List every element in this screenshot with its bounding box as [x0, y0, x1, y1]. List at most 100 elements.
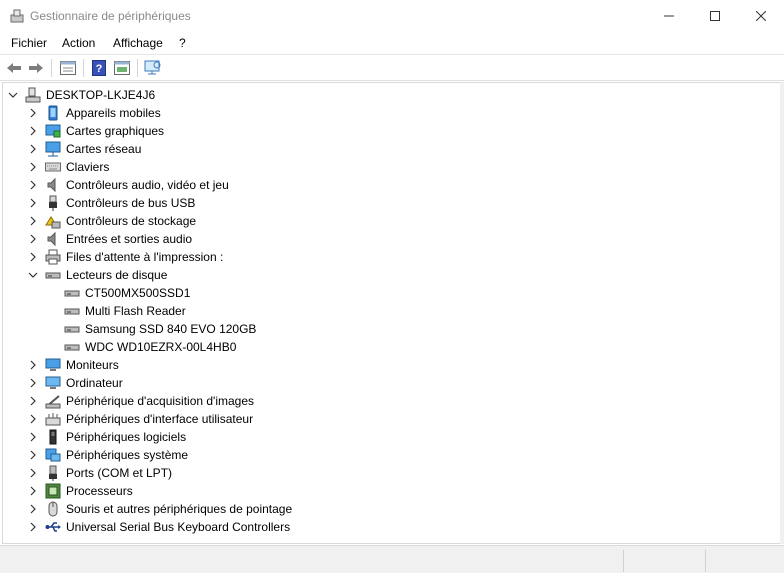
tree-root[interactable]: DESKTOP-LKJE4J6	[3, 86, 773, 104]
tree-item-label: Contrôleurs de stockage	[66, 214, 197, 228]
chevron-down-icon[interactable]	[8, 90, 18, 100]
forward-arrow-icon	[29, 63, 43, 73]
tree-item-label: Périphérique d'acquisition d'images	[66, 394, 255, 408]
tree-item-label: Périphériques d'interface utilisateur	[66, 412, 254, 426]
chevron-right-icon[interactable]	[28, 522, 38, 532]
chevron-right-icon[interactable]	[28, 486, 38, 496]
update-view-button[interactable]	[113, 59, 131, 77]
tree-item[interactable]: Processeurs	[3, 482, 773, 500]
minimize-button[interactable]	[646, 0, 692, 32]
disk-drive-icon	[45, 272, 61, 279]
tree-item[interactable]: Cartes graphiques	[3, 122, 773, 140]
mouse-icon	[48, 501, 58, 517]
chevron-right-icon[interactable]	[28, 216, 38, 226]
window-edge	[780, 82, 784, 544]
computer-icon	[45, 376, 61, 389]
chevron-right-icon[interactable]	[28, 378, 38, 388]
tree-child-label: WDC WD10EZRX-00L4HB0	[85, 340, 237, 354]
tree-child-item[interactable]: CT500MX500SSD1	[3, 284, 773, 302]
forward-button[interactable]	[27, 59, 45, 77]
tree-child-item[interactable]: Samsung SSD 840 EVO 120GB	[3, 320, 773, 338]
help-icon: ?	[92, 60, 106, 76]
close-button[interactable]	[738, 0, 784, 32]
tree-item[interactable]: Files d'attente à l'impression :	[3, 248, 773, 266]
maximize-button[interactable]	[692, 0, 738, 32]
tree-item[interactable]: Contrôleurs audio, vidéo et jeu	[3, 176, 773, 194]
speaker-icon	[47, 231, 56, 247]
tree-item-label: Ports (COM et LPT)	[66, 466, 173, 480]
chevron-right-icon[interactable]	[28, 198, 38, 208]
properties-button[interactable]	[59, 59, 77, 77]
printer-icon	[45, 249, 61, 265]
device-tree: DESKTOP-LKJE4J6 Appareils mobiles Cartes…	[2, 82, 780, 544]
maximize-icon	[710, 11, 720, 21]
tree-item[interactable]: Entrées et sorties audio	[3, 230, 773, 248]
software-device-icon	[49, 429, 57, 445]
tree-item[interactable]: Universal Serial Bus Keyboard Controller…	[3, 518, 773, 536]
tree-item[interactable]: Périphériques système	[3, 446, 773, 464]
disk-drive-icon	[64, 290, 80, 297]
hid-icon	[45, 413, 61, 426]
tree-item-label: Périphériques logiciels	[66, 430, 187, 444]
tree-child-item[interactable]: Multi Flash Reader	[3, 302, 773, 320]
tree-item[interactable]: Ordinateur	[3, 374, 773, 392]
tree-child-item[interactable]: WDC WD10EZRX-00L4HB0	[3, 338, 773, 356]
chevron-down-icon[interactable]	[28, 270, 38, 280]
tree-item[interactable]: Appareils mobiles	[3, 104, 773, 122]
help-button[interactable]: ?	[90, 59, 108, 77]
chevron-right-icon[interactable]	[28, 252, 38, 262]
tree-item[interactable]: Périphériques d'interface utilisateur	[3, 410, 773, 428]
tree-item[interactable]: Périphérique d'acquisition d'images	[3, 392, 773, 410]
svg-text:?: ?	[96, 63, 103, 75]
tree-item[interactable]: Claviers	[3, 158, 773, 176]
processor-icon	[45, 483, 61, 499]
port-icon	[49, 465, 57, 481]
chevron-right-icon[interactable]	[28, 108, 38, 118]
chevron-right-icon[interactable]	[28, 234, 38, 244]
tree-item[interactable]: Contrôleurs de stockage	[3, 212, 773, 230]
scan-hardware-icon	[144, 60, 161, 75]
tree-child-label: Multi Flash Reader	[85, 304, 186, 318]
tree-item[interactable]: Contrôleurs de bus USB	[3, 194, 773, 212]
camera-scanner-icon	[45, 395, 61, 409]
disk-drive-icon	[64, 326, 80, 333]
tree-item[interactable]: Périphériques logiciels	[3, 428, 773, 446]
display-adapter-icon	[45, 124, 61, 138]
properties-icon	[60, 61, 76, 75]
mobile-device-icon	[48, 105, 58, 121]
chevron-right-icon[interactable]	[28, 162, 38, 172]
scan-hardware-button[interactable]	[144, 59, 162, 77]
tree-child-label: Samsung SSD 840 EVO 120GB	[85, 322, 257, 336]
chevron-right-icon[interactable]	[28, 396, 38, 406]
storage-controller-icon	[45, 216, 61, 229]
tree-child-label: CT500MX500SSD1	[85, 286, 191, 300]
tree-item[interactable]: Ports (COM et LPT)	[3, 464, 773, 482]
chevron-right-icon[interactable]	[28, 144, 38, 154]
monitor-icon	[45, 358, 61, 371]
chevron-right-icon[interactable]	[28, 360, 38, 370]
chevron-right-icon[interactable]	[28, 504, 38, 514]
menu-fichier[interactable]: Fichier	[11, 36, 47, 50]
menu-affichage[interactable]: Affichage	[113, 36, 163, 50]
tree-item-label: Ordinateur	[66, 376, 123, 390]
computer-icon	[25, 87, 41, 103]
tree-item[interactable]: Moniteurs	[3, 356, 773, 374]
menu-action[interactable]: Action	[62, 36, 95, 50]
chevron-right-icon[interactable]	[28, 414, 38, 424]
chevron-right-icon[interactable]	[28, 450, 38, 460]
tree-item-expanded[interactable]: Lecteurs de disque	[3, 266, 773, 284]
tree-item-label: Cartes réseau	[66, 142, 142, 156]
chevron-right-icon[interactable]	[28, 180, 38, 190]
chevron-right-icon[interactable]	[28, 432, 38, 442]
tree-item-label: Lecteurs de disque	[66, 268, 168, 282]
tree-item-label: Cartes graphiques	[66, 124, 165, 138]
status-separator	[705, 550, 706, 572]
status-bar	[0, 545, 784, 573]
menu-help[interactable]: ?	[179, 36, 186, 50]
tree-item[interactable]: Cartes réseau	[3, 140, 773, 158]
chevron-right-icon[interactable]	[28, 468, 38, 478]
tree-item[interactable]: Souris et autres périphériques de pointa…	[3, 500, 773, 518]
tree-item-label: Universal Serial Bus Keyboard Controller…	[66, 520, 291, 534]
back-button[interactable]	[5, 59, 23, 77]
chevron-right-icon[interactable]	[28, 126, 38, 136]
